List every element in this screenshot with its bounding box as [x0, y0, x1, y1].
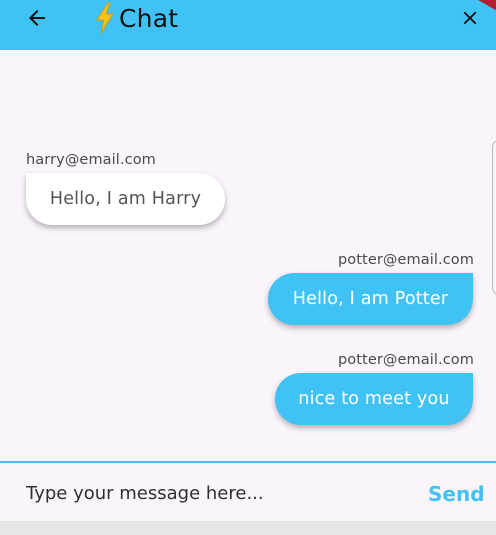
- close-button[interactable]: [455, 3, 485, 33]
- chat-screen: Chat harry@email.com Hello, I am Harry p…: [0, 0, 496, 535]
- message-bubble: Hello, I am Harry: [26, 173, 225, 225]
- app-bar: Chat: [0, 0, 496, 50]
- side-handle: [492, 140, 496, 295]
- message-sender: potter@email.com: [338, 252, 474, 268]
- message-input[interactable]: [14, 475, 394, 511]
- send-button[interactable]: Send: [428, 477, 485, 511]
- page-title-text: Chat: [119, 3, 179, 33]
- message-sender: harry@email.com: [26, 152, 156, 168]
- message-bubble: Hello, I am Potter: [268, 273, 473, 325]
- message-composer: Send: [0, 461, 496, 521]
- message-bubble: nice to meet you: [275, 373, 473, 425]
- arrow-left-icon: [29, 10, 45, 26]
- close-icon: [463, 11, 477, 25]
- page-title: Chat: [93, 1, 178, 35]
- back-button[interactable]: [22, 3, 52, 33]
- lightning-bolt-icon: [96, 2, 114, 34]
- message-sender: potter@email.com: [338, 352, 474, 368]
- system-nav-bar: [0, 521, 496, 535]
